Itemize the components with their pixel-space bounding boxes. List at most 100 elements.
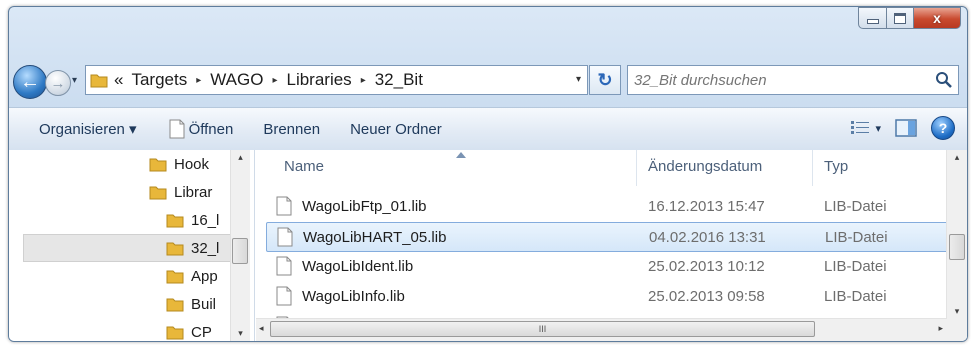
breadcrumb-item[interactable]: Libraries [286, 70, 351, 90]
scrollbar-grip: III [538, 324, 547, 334]
column-divider[interactable] [636, 150, 637, 186]
folder-icon [166, 298, 184, 312]
breadcrumb: « Targets ▸ WAGO ▸ Libraries ▸ 32_Bit [114, 70, 423, 90]
file-icon [277, 227, 293, 247]
column-header-date[interactable]: Änderungsdatum [648, 158, 762, 175]
tree-item-label: Buil [191, 295, 217, 313]
help-icon: ? [938, 120, 948, 136]
tree-item-label: Librar [174, 183, 213, 201]
address-bar[interactable]: « Targets ▸ WAGO ▸ Libraries ▸ 32_Bit ▾ [85, 65, 588, 95]
horizontal-scrollbar[interactable]: ◂ III ▸ [256, 318, 947, 341]
file-type: LIB-Datei [825, 229, 888, 246]
sort-ascending-icon [456, 152, 466, 158]
help-button[interactable]: ? [931, 116, 955, 140]
file-name: WagoLibHART_05.lib [303, 229, 447, 246]
scroll-right-arrow[interactable]: ▸ [938, 323, 943, 334]
file-row-selected[interactable]: WagoLibHART_05.lib 04.02.2016 13:31 LIB-Da… [266, 222, 953, 252]
close-icon: x [933, 10, 941, 26]
horizontal-scrollbar-thumb[interactable]: III [270, 321, 815, 337]
file-name: WagoLibInfo.lib [302, 288, 405, 305]
folder-icon [149, 186, 167, 200]
file-type: LIB-Datei [824, 198, 887, 215]
minimize-button[interactable] [858, 7, 887, 29]
organize-button[interactable]: Organisieren ▾ [39, 120, 137, 138]
scroll-down-arrow[interactable]: ▾ [231, 328, 250, 339]
breadcrumb-item[interactable]: Targets [131, 70, 187, 90]
refresh-icon: ↻ [597, 69, 613, 90]
refresh-button[interactable]: ↻ [589, 65, 621, 95]
new-folder-button[interactable]: Neuer Ordner [350, 121, 442, 138]
tree-item-label: 16_l [191, 211, 220, 229]
change-view-button[interactable]: ▾ [851, 121, 881, 135]
back-button[interactable]: ← [13, 65, 47, 99]
tree-item[interactable]: CP [166, 318, 212, 341]
file-date: 04.02.2016 13:31 [649, 229, 766, 246]
file-row[interactable]: WagoLibFtp_01.lib 16.12.2013 15:47 LIB-Dat… [266, 192, 953, 222]
navigation-pane: Hook Librar 16_l 32_l App Buil CP ▴ ▾ [9, 150, 255, 341]
tree-item-selected[interactable]: 32_l [166, 234, 219, 262]
forward-button[interactable]: → [45, 70, 71, 96]
tree-item[interactable]: Hook [149, 150, 209, 178]
file-date: 25.02.2013 10:12 [648, 258, 765, 275]
folder-icon [166, 242, 184, 256]
file-type: LIB-Datei [824, 258, 887, 275]
file-icon [276, 196, 292, 216]
file-icon [169, 119, 185, 139]
scrollbar-corner [947, 319, 967, 341]
breadcrumb-item[interactable]: WAGO [210, 70, 263, 90]
burn-button[interactable]: Brennen [263, 121, 320, 138]
column-header-name[interactable]: Name [284, 158, 324, 175]
tree-item[interactable]: Buil [166, 290, 216, 318]
file-icon [276, 286, 292, 306]
scroll-left-arrow[interactable]: ◂ [259, 323, 264, 334]
breadcrumb-separator[interactable]: ▸ [272, 75, 277, 86]
tree-item[interactable]: App [166, 262, 218, 290]
recent-pages-dropdown[interactable]: ▾ [72, 75, 77, 86]
tree-item-label: CP [191, 323, 212, 341]
scrollbar-thumb[interactable] [232, 238, 248, 264]
file-row[interactable]: WagoLibInfo.lib 25.02.2013 09:58 LIB-Datei [266, 282, 953, 312]
view-dropdown-arrow: ▾ [875, 122, 881, 135]
folder-icon [166, 214, 184, 228]
breadcrumb-item[interactable]: 32_Bit [375, 70, 423, 90]
explorer-window: x ← → ▾ « Targets ▸ WAGO ▸ Libraries ▸ 3… [8, 6, 968, 342]
search-box [627, 65, 959, 95]
search-input[interactable] [628, 66, 916, 94]
navigation-bar: ← → ▾ « Targets ▸ WAGO ▸ Libraries ▸ 32_… [9, 62, 967, 102]
caption-buttons: x [858, 7, 961, 29]
scroll-down-arrow[interactable]: ▾ [947, 306, 967, 317]
tree-item[interactable]: 16_l [166, 206, 219, 234]
file-name: WagoLibIdent.lib [302, 258, 414, 275]
arrow-left-icon: ← [20, 70, 40, 93]
navigation-pane-scrollbar[interactable]: ▴ ▾ [230, 150, 250, 341]
folder-icon [90, 74, 108, 88]
file-list-scrollbar[interactable]: ▴ ▾ [946, 150, 967, 319]
breadcrumb-separator[interactable]: ▸ [361, 75, 366, 86]
tree-item-label: 32_l [191, 239, 220, 257]
search-icon[interactable] [935, 71, 952, 88]
scroll-up-arrow[interactable]: ▴ [231, 152, 250, 163]
file-date: 16.12.2013 15:47 [648, 198, 765, 215]
column-divider[interactable] [812, 150, 813, 186]
folder-icon [149, 158, 167, 172]
address-dropdown-button[interactable]: ▾ [576, 74, 581, 85]
file-list-pane: Name Änderungsdatum Typ WagoLibFtp_01.li… [256, 150, 967, 341]
maximize-button[interactable] [887, 7, 914, 29]
scrollbar-thumb[interactable] [949, 234, 965, 260]
open-button-label: Öffnen [188, 120, 234, 138]
open-button[interactable]: Öffnen [169, 119, 234, 139]
breadcrumb-separator[interactable]: ▸ [196, 75, 201, 86]
scroll-up-arrow[interactable]: ▴ [947, 152, 967, 163]
preview-pane-icon[interactable] [895, 119, 917, 137]
view-list-icon [851, 121, 870, 134]
arrow-right-icon: → [50, 74, 66, 92]
file-date: 25.02.2013 09:58 [648, 288, 765, 305]
file-row[interactable]: WagoLibIdent.lib 25.02.2013 10:12 LIB-Date… [266, 252, 953, 282]
tree-item[interactable]: Librar [149, 178, 212, 206]
command-bar: Organisieren ▾ Öffnen Brennen Neuer Ordn… [9, 107, 967, 151]
file-name: WagoLibFtp_01.lib [302, 198, 427, 215]
close-button[interactable]: x [914, 7, 961, 29]
breadcrumb-overflow[interactable]: « [114, 70, 123, 90]
column-header-type[interactable]: Typ [824, 158, 848, 175]
maximize-icon [894, 12, 906, 24]
